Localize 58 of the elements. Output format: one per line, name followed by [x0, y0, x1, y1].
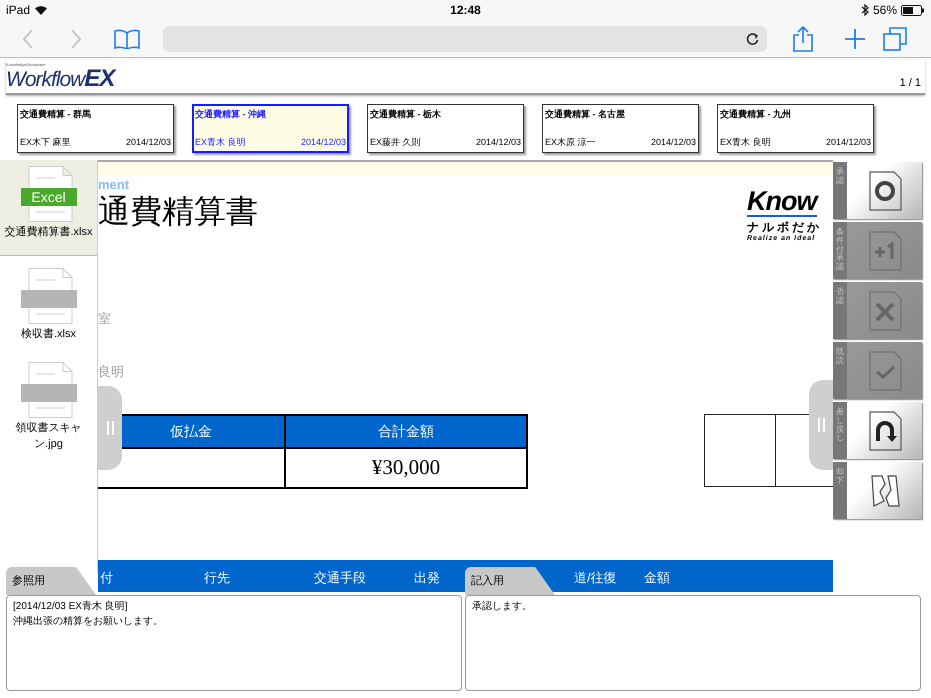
applicant-name: EX木下 麻里	[20, 136, 71, 148]
request-date: 2014/12/03	[300, 136, 346, 148]
column-header: 金額	[644, 569, 670, 587]
request-date: 2014/12/03	[826, 136, 871, 148]
request-date: 2014/12/03	[126, 136, 171, 148]
column-header: 合計金額	[286, 416, 526, 447]
clock-time: 12:48	[450, 2, 481, 19]
request-date: 2014/12/03	[476, 136, 521, 148]
memo-display: [2014/12/03 EX青木 良明] 沖縄出張の精算をお願いします。	[6, 595, 462, 691]
bookmarks-icon[interactable]	[114, 28, 140, 48]
file-name: 検収書.xlsx	[20, 327, 77, 342]
form-field-label: 室	[98, 312, 111, 325]
request-card[interactable]: 交通費精算 - 栃木 EX藤井 久則 2014/12/03	[367, 104, 524, 153]
applicant-name: EX木原 涼一	[545, 136, 596, 148]
wifi-icon	[34, 4, 48, 16]
request-card[interactable]: 交通費精算 - 名古屋 EX木原 涼一 2014/12/03	[542, 104, 699, 153]
request-card[interactable]: 交通費精算 - 群馬 EX木下 麻里 2014/12/03	[17, 104, 174, 153]
page-counter: 1 / 1	[900, 76, 921, 90]
collapse-handle[interactable]	[809, 380, 833, 470]
reload-icon[interactable]	[746, 32, 759, 46]
applicant-name: EX青木 良明	[195, 136, 246, 148]
attachment-item[interactable]: Excel 交通費精算書.xlsx	[0, 160, 97, 256]
tabs-icon[interactable]	[883, 26, 907, 50]
device-name: iPad	[6, 2, 30, 19]
collapse-handle[interactable]	[98, 386, 122, 470]
form-field-label: 良明	[98, 365, 124, 378]
column-header: 付	[100, 569, 113, 587]
column-header: 出発	[414, 569, 440, 587]
address-field[interactable]	[163, 26, 767, 52]
request-title: 交通費精算 - 群馬	[20, 108, 92, 121]
document-title: 通費精算書	[98, 195, 258, 227]
memo-tab[interactable]: 参照用	[6, 567, 96, 595]
applicant-name: EX藤井 久則	[370, 136, 421, 148]
request-title: 交通費精算 - 九州	[720, 108, 792, 121]
battery-icon	[901, 4, 925, 16]
column-header: 行先	[204, 569, 230, 587]
request-card[interactable]: 交通費精算 - 沖縄 EX青木 良明 2014/12/03	[192, 104, 349, 153]
file-name: 領収書スキャン.jpg	[14, 421, 82, 452]
company-logo-name: Know	[747, 188, 816, 217]
column-header: 交通手段	[314, 569, 366, 587]
bluetooth-icon	[860, 4, 869, 16]
file-name: 交通費精算書.xlsx	[4, 224, 94, 240]
request-date: 2014/12/03	[650, 136, 696, 148]
new-tab-icon[interactable]	[845, 28, 865, 48]
column-header: 道/往復	[574, 569, 617, 587]
file-icon	[18, 362, 78, 418]
request-title: 交通費精算 - 沖縄	[195, 108, 267, 121]
applicant-name: EX青木 良明	[720, 136, 771, 148]
request-title: 交通費精算 - 栃木	[370, 108, 442, 121]
request-title: 交通費精算 - 名古屋	[545, 108, 626, 121]
file-icon	[18, 268, 78, 324]
memo-input-field[interactable]: 承認します。	[465, 595, 921, 691]
company-tagline: ナルボだか	[747, 221, 822, 233]
document-subtitle: ment	[98, 178, 130, 191]
share-icon[interactable]	[793, 26, 813, 52]
request-card[interactable]: 交通費精算 - 九州 EX青木 良明 2014/12/03	[717, 104, 874, 153]
total-amount: ¥30,000	[286, 447, 526, 487]
battery-percent: 56%	[872, 2, 897, 19]
